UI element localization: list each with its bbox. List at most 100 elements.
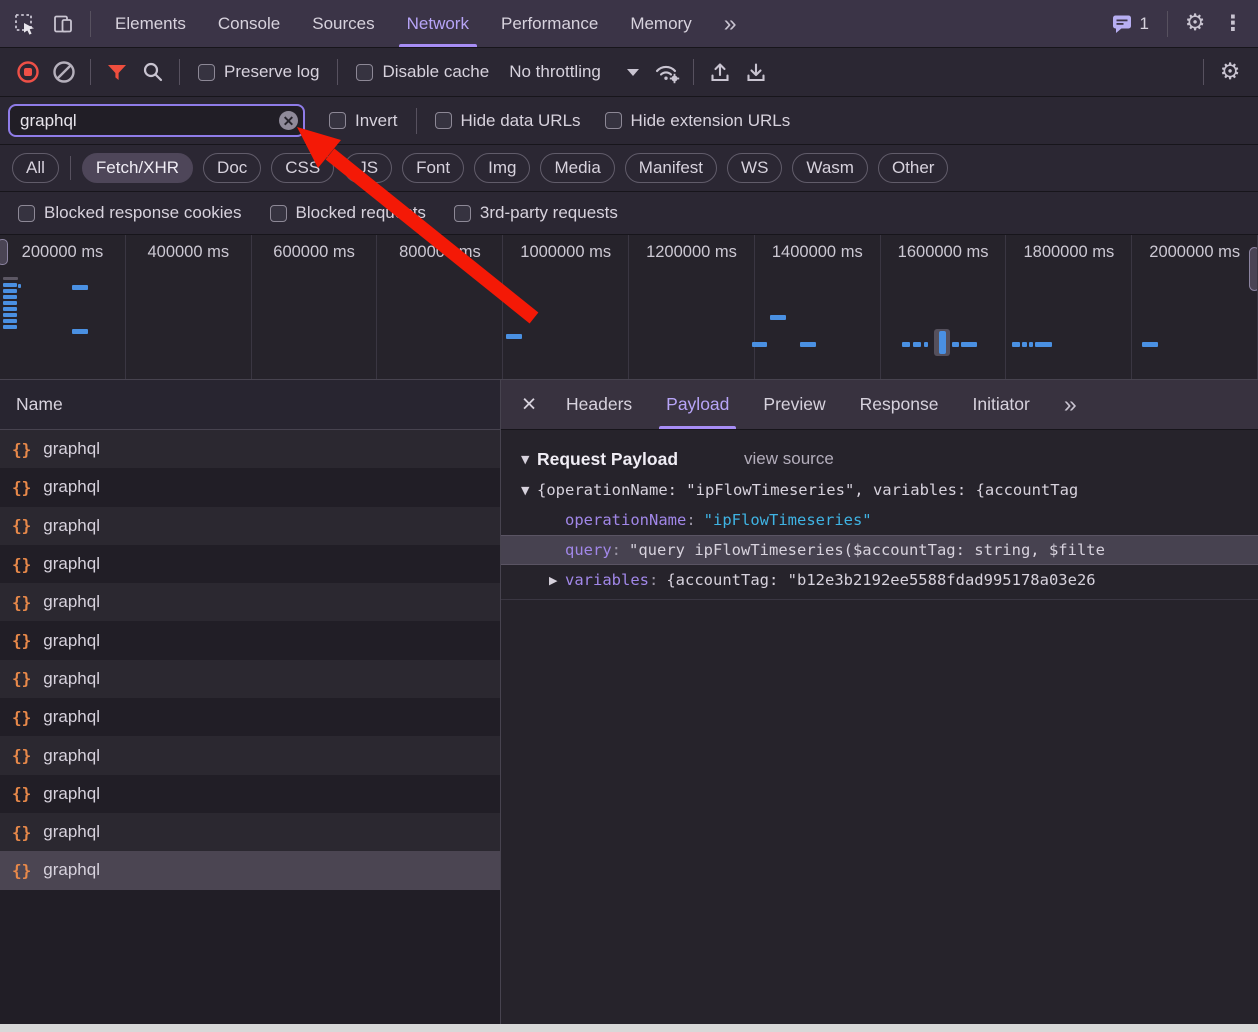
view-source-link[interactable]: view source <box>744 449 834 469</box>
filter-input[interactable] <box>8 104 305 137</box>
hide-extension-urls-checkbox[interactable] <box>605 112 622 129</box>
request-row[interactable]: {}graphql <box>0 430 500 468</box>
clear-network-log-button[interactable] <box>46 54 82 90</box>
wifi-gear-icon <box>653 60 681 84</box>
device-toolbar-button[interactable] <box>44 5 82 43</box>
json-request-icon: {} <box>12 478 31 497</box>
blocked-requests-checkbox[interactable] <box>270 205 287 222</box>
throttling-select[interactable]: No throttling <box>509 62 639 82</box>
tab-memory[interactable]: Memory <box>614 0 707 47</box>
blocked-response-cookies-checkbox-label[interactable]: Blocked response cookies <box>18 203 242 223</box>
timeline-request-bar <box>72 329 88 334</box>
request-row[interactable]: {}graphql <box>0 545 500 583</box>
payload-root-row[interactable]: ▼ {operationName: "ipFlowTimeseries", va… <box>501 475 1258 505</box>
request-row[interactable]: {}graphql <box>0 698 500 736</box>
disable-cache-checkbox[interactable] <box>356 64 373 81</box>
payload-row-query[interactable]: query: "query ipFlowTimeseries($accountT… <box>501 535 1258 565</box>
filter-type-img[interactable]: Img <box>474 153 530 183</box>
timeline-request-bar <box>924 342 928 347</box>
preserve-log-checkbox[interactable] <box>198 64 215 81</box>
tab-headers[interactable]: Headers <box>549 380 649 429</box>
network-overview-timeline[interactable]: 200000 ms400000 ms600000 ms800000 ms1000… <box>0 235 1258 380</box>
preserve-log-checkbox-label[interactable]: Preserve log <box>198 62 319 82</box>
request-payload-section[interactable]: ▼ Request Payload view source <box>501 443 1258 475</box>
network-settings-button[interactable]: ⚙ <box>1212 54 1248 90</box>
timeline-request-bar <box>1029 342 1033 347</box>
payload-row-variables[interactable]: ▶ variables: {accountTag: "b12e3b2192ee5… <box>501 565 1258 595</box>
json-request-icon: {} <box>12 631 31 650</box>
timeline-request-bar <box>3 289 17 293</box>
disable-cache-checkbox-label[interactable]: Disable cache <box>356 62 489 82</box>
payload-pane: ▼ Request Payload view source ▼ {operati… <box>501 430 1258 600</box>
filter-type-doc[interactable]: Doc <box>203 153 261 183</box>
more-detail-tabs-button[interactable]: » <box>1047 380 1091 429</box>
network-conditions-button[interactable] <box>649 54 685 90</box>
blocked-requests-checkbox-label[interactable]: Blocked requests <box>270 203 426 223</box>
request-row[interactable]: {}graphql <box>0 775 500 813</box>
blocked-response-cookies-checkbox[interactable] <box>18 205 35 222</box>
record-icon <box>16 60 40 84</box>
clear-filter-icon[interactable]: ✕ <box>279 111 298 130</box>
settings-button[interactable]: ⚙ <box>1176 5 1214 43</box>
name-column-header[interactable]: Name <box>0 380 500 430</box>
tab-preview[interactable]: Preview <box>746 380 842 429</box>
filter-type-fetch-xhr[interactable]: Fetch/XHR <box>82 153 193 183</box>
invert-checkbox-label[interactable]: Invert <box>329 111 398 131</box>
search-network-button[interactable] <box>135 54 171 90</box>
request-row[interactable]: {}graphql <box>0 507 500 545</box>
tab-network[interactable]: Network <box>391 0 485 47</box>
import-har-button[interactable] <box>702 54 738 90</box>
json-request-icon: {} <box>12 861 31 880</box>
request-row[interactable]: {}graphql <box>0 468 500 506</box>
request-row[interactable]: {}graphql <box>0 736 500 774</box>
tab-response[interactable]: Response <box>843 380 956 429</box>
request-row[interactable]: {}graphql <box>0 621 500 659</box>
third-party-requests-checkbox[interactable] <box>454 205 471 222</box>
request-row[interactable]: {}graphql <box>0 660 500 698</box>
more-tabs-button[interactable]: » <box>708 0 750 47</box>
tab-console[interactable]: Console <box>202 0 296 47</box>
payload-row-operationName[interactable]: operationName: "ipFlowTimeseries" <box>501 505 1258 535</box>
filter-type-manifest[interactable]: Manifest <box>625 153 717 183</box>
filter-type-all[interactable]: All <box>12 153 59 183</box>
timeline-tick-label: 400000 ms <box>126 243 251 262</box>
divider <box>416 108 417 134</box>
device-toolbar-icon <box>51 12 75 36</box>
hide-data-urls-checkbox-label[interactable]: Hide data URLs <box>435 111 581 131</box>
message-bubble-icon <box>1111 13 1133 34</box>
filter-type-font[interactable]: Font <box>402 153 464 183</box>
filter-type-css[interactable]: CSS <box>271 153 334 183</box>
inspect-element-button[interactable] <box>6 5 44 43</box>
export-har-button[interactable] <box>738 54 774 90</box>
json-request-icon: {} <box>12 784 31 803</box>
issues-button[interactable]: 1 <box>1101 13 1159 34</box>
tab-sources[interactable]: Sources <box>296 0 390 47</box>
tab-elements[interactable]: Elements <box>99 0 202 47</box>
third-party-requests-checkbox-label[interactable]: 3rd-party requests <box>454 203 618 223</box>
hide-extension-urls-checkbox-label[interactable]: Hide extension URLs <box>605 111 791 131</box>
filter-toggle-button[interactable] <box>99 54 135 90</box>
tab-performance[interactable]: Performance <box>485 0 614 47</box>
filter-type-media[interactable]: Media <box>540 153 614 183</box>
record-network-log-button[interactable] <box>10 54 46 90</box>
filter-type-wasm[interactable]: Wasm <box>792 153 868 183</box>
filter-type-ws[interactable]: WS <box>727 153 782 183</box>
request-row[interactable]: {}graphql <box>0 813 500 851</box>
kebab-menu-icon: ⋮ <box>1223 13 1244 34</box>
filter-type-js[interactable]: JS <box>344 153 392 183</box>
json-request-icon: {} <box>12 669 31 688</box>
timeline-request-bar <box>800 342 816 347</box>
json-request-icon: {} <box>12 708 31 727</box>
close-details-button[interactable]: × <box>509 385 549 425</box>
tab-payload[interactable]: Payload <box>649 380 746 429</box>
filter-type-other[interactable]: Other <box>878 153 949 183</box>
divider <box>337 59 338 85</box>
invert-checkbox[interactable] <box>329 112 346 129</box>
request-row[interactable]: {}graphql <box>0 851 500 889</box>
request-row[interactable]: {}graphql <box>0 583 500 621</box>
main-menu-button[interactable]: ⋮ <box>1214 5 1252 43</box>
hide-data-urls-checkbox[interactable] <box>435 112 452 129</box>
tab-initiator[interactable]: Initiator <box>955 380 1046 429</box>
request-name: graphql <box>43 822 100 842</box>
timeline-request-bar <box>18 284 21 288</box>
